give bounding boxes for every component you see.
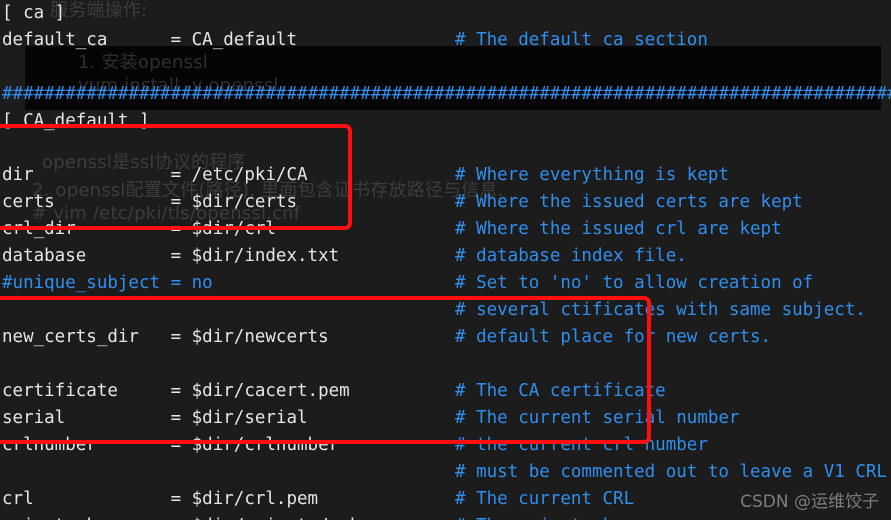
code-directive: default_ca = CA_default: [2, 30, 298, 50]
code-comment: # Where the issued certs are kept: [455, 192, 803, 212]
code-directive: crlnumber = $dir/crlnumber: [2, 435, 340, 455]
code-row: [ CA_default ]: [0, 108, 891, 135]
code-comment: # The current CRL: [455, 489, 635, 509]
code-comment: # The private key: [455, 513, 634, 520]
code-comment: # The current serial number: [455, 408, 740, 428]
code-comment: # database index file.: [455, 246, 687, 266]
code-row: crlnumber = $dir/crlnumber # the current …: [0, 432, 891, 459]
code-comment: # Where everything is kept: [455, 165, 729, 185]
code-directive: database = $dir/index.txt: [2, 246, 340, 266]
code-directive: certs = $dir/certs: [2, 192, 298, 212]
code-directive: dir = /etc/pki/CA: [2, 165, 308, 185]
code-comment: # must be commented out to leave a V1 CR…: [455, 462, 887, 482]
code-directive: private_key = $dir/private/cakey.pem: [2, 513, 423, 520]
code-row: certificate = $dir/cacert.pem # The CA ce…: [0, 378, 891, 405]
code-directive: [ ca ]: [2, 3, 66, 23]
code-directive: #unique_subject = no: [2, 273, 213, 293]
code-directive: crl = $dir/crl.pem: [2, 489, 319, 509]
code-directive: new_certs_dir = $dir/newcerts: [2, 327, 329, 347]
code-row: # several ctificates with same subject.: [0, 297, 891, 324]
code-row: #unique_subject = no # Set to 'no' to all…: [0, 270, 891, 297]
code-row: database = $dir/index.txt # database inde…: [0, 243, 891, 270]
code-comment: # The CA certificate: [455, 381, 666, 401]
code-row: [0, 135, 891, 162]
code-comment: # default place for new certs.: [455, 327, 772, 347]
hash-separator-rule: ########################################…: [2, 84, 891, 104]
code-layer: [ ca ] default_ca = CA_default # The defau…: [0, 0, 891, 520]
code-comment: # several ctificates with same subject.: [455, 300, 866, 320]
code-row: default_ca = CA_default # The default ca …: [0, 27, 891, 54]
code-row: [0, 351, 891, 378]
code-comment: # The default ca section: [455, 30, 708, 50]
code-row: [0, 54, 891, 81]
terminal-screenshot: 服务端操作: 1. 安装openssl yum install -y openssl…: [0, 0, 891, 520]
code-row: new_certs_dir = $dir/newcerts # default p…: [0, 324, 891, 351]
code-row: dir = /etc/pki/CA # Where everything is k…: [0, 162, 891, 189]
code-row: [ ca ]: [0, 0, 891, 27]
code-row: # must be commented out to leave a V1 CR…: [0, 459, 891, 486]
code-row: ########################################…: [0, 81, 891, 108]
code-comment: # Where the issued crl are kept: [455, 219, 782, 239]
code-row: crl_dir = $dir/crl # Where the issued crl…: [0, 216, 891, 243]
code-comment: # the current crl number: [455, 435, 708, 455]
csdn-watermark: CSDN @运维饺子: [740, 492, 879, 512]
code-directive: crl_dir = $dir/crl: [2, 219, 276, 239]
code-row: certs = $dir/certs # Where the issued cer…: [0, 189, 891, 216]
code-directive: certificate = $dir/cacert.pem: [2, 381, 350, 401]
code-comment: # Set to 'no' to allow creation of: [455, 273, 814, 293]
code-row: serial = $dir/serial # The current serial…: [0, 405, 891, 432]
code-directive: [ CA_default ]: [2, 111, 150, 131]
code-row: private_key = $dir/private/cakey.pem # Th…: [0, 513, 891, 520]
code-directive: serial = $dir/serial: [2, 408, 308, 428]
